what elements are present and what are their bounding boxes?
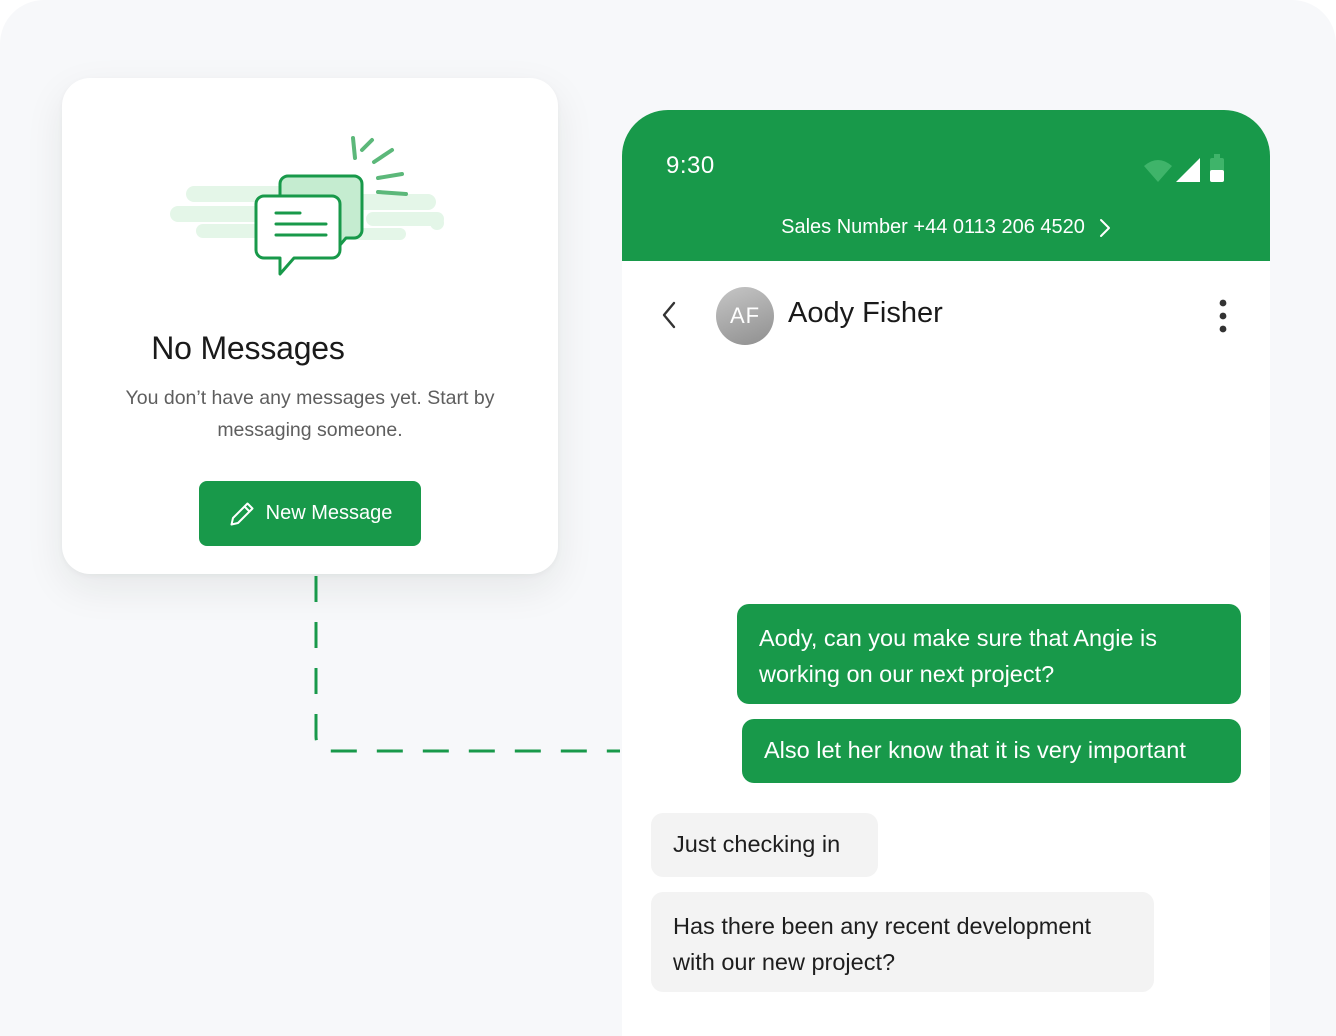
- pencil-icon: [230, 502, 254, 525]
- incoming-message[interactable]: Has there been any recent development wi…: [651, 892, 1154, 992]
- avatar[interactable]: AF: [716, 287, 774, 345]
- new-message-button[interactable]: New Message: [199, 481, 421, 546]
- chat-header: AF Aody Fisher: [622, 261, 1270, 371]
- chat-bubbles-icon: [170, 136, 444, 276]
- contact-name[interactable]: Aody Fisher: [788, 297, 943, 330]
- sales-number-text: Sales Number +44 0113 206 4520: [781, 216, 1085, 238]
- status-icons: [1144, 154, 1224, 182]
- chevron-right-icon: [1099, 218, 1110, 237]
- battery-icon: [1210, 154, 1224, 182]
- incoming-message[interactable]: Just checking in: [651, 813, 878, 877]
- status-header: 9:30 Sales Number +44 0113 206 4520: [622, 110, 1270, 261]
- phone-screen: 9:30 Sales Number +44 0113 206 4520 AF A…: [622, 110, 1270, 1036]
- status-time: 9:30: [666, 152, 715, 179]
- avatar-initials: AF: [729, 303, 761, 328]
- empty-state-title: No Messages: [151, 330, 345, 366]
- empty-state-card: No Messages You don’t have any messages …: [62, 78, 558, 574]
- empty-state-description: You don’t have any messages yet. Start b…: [125, 387, 495, 441]
- back-chevron-icon[interactable]: [656, 299, 682, 331]
- sales-number-link[interactable]: Sales Number +44 0113 206 4520: [622, 216, 1270, 239]
- outgoing-message[interactable]: Also let her know that it is very import…: [742, 719, 1241, 783]
- page-canvas: No Messages You don’t have any messages …: [0, 0, 1336, 1036]
- wifi-icon: [1144, 160, 1172, 182]
- new-message-label: New Message: [265, 502, 393, 524]
- cellular-signal-icon: [1176, 158, 1200, 182]
- outgoing-message[interactable]: Aody, can you make sure that Angie is wo…: [737, 604, 1241, 704]
- more-vertical-icon[interactable]: [1212, 297, 1234, 335]
